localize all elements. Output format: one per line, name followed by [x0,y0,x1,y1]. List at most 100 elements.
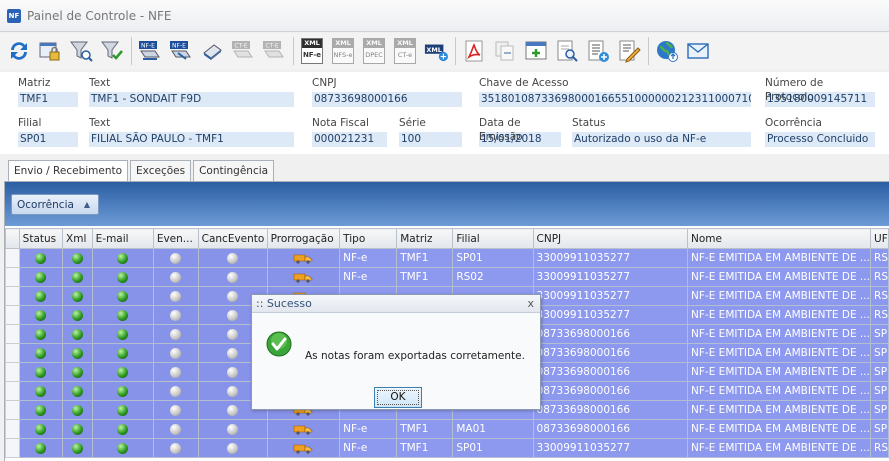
xml-nfse-button[interactable]: XML NFS-e [328,35,358,67]
xml-cell [62,400,93,420]
col-canc-evento[interactable]: CancEvento [197,228,268,249]
copy-button[interactable] [490,35,520,67]
status-green-icon [35,423,47,435]
uf-cell: RS [870,248,889,268]
row-selector[interactable] [5,248,20,268]
xml-nfse-icon: XML NFS-e [332,38,354,64]
evento-gray-icon [170,252,182,264]
table-row[interactable]: NF-e TMF1 MA01 08733698000166 NF-E EMITIDA E… [5,419,889,439]
email-button[interactable] [683,35,713,67]
row-selector[interactable] [5,305,20,325]
filial-cell: SP01 [452,438,534,458]
cnpj-cell: 33009911035277 [532,248,689,268]
col-filial[interactable]: Filial [452,228,534,249]
email-green-icon [117,328,129,340]
row-selector[interactable] [5,267,20,287]
xml-nfe-top: XML [302,39,322,48]
col-nome[interactable]: Nome [687,228,872,249]
nfe-send-button[interactable]: NF-E [135,35,165,67]
col-prorrogacao[interactable]: Prorrogação [266,228,341,249]
cnpj-cell: 08733698000166 [532,324,689,344]
canc-evento-gray-icon [227,366,239,378]
row-selector[interactable] [5,286,20,306]
status-cell [18,400,64,420]
email-green-icon [117,252,129,264]
xml-dpec-button[interactable]: XML DPEC [359,35,389,67]
row-selector[interactable] [5,381,20,401]
table-row[interactable]: NF-e TMF1 RS02 33009911035277 NF-E EMITIDA E… [5,267,889,287]
filter-check-button[interactable] [97,35,127,67]
table-row[interactable]: NF-e TMF1 SP01 33009911035277 NF-E EMITIDA E… [5,248,889,268]
col-email[interactable]: E-mail [91,228,154,249]
row-selector[interactable] [5,343,20,363]
table-row[interactable]: NF-e TMF1 SP01 33009911035277 NF-E EMITIDA E… [5,438,889,458]
col-tipo[interactable]: Tipo [339,228,398,249]
cte-send-button[interactable]: CT-E [228,35,258,67]
serie-field: Série 100 [399,116,462,147]
tab-contingencia[interactable]: Contingência [193,160,275,181]
dialog-title: :: Sucesso [256,297,312,310]
group-ocorrencia-button[interactable]: Ocorrência ▲ [11,194,99,215]
matriz-cell: TMF1 [396,419,454,439]
row-selector[interactable] [5,438,20,458]
web-button[interactable] [652,35,682,67]
add-window-button[interactable] [521,35,551,67]
row-selector[interactable] [5,400,20,420]
dialog-close-button[interactable]: x [527,297,534,310]
chave-field: Chave de Acesso 351801087336980001665510… [479,76,751,107]
prorrogacao-cell [266,419,341,439]
cte-receive-button[interactable]: CT-E [259,35,289,67]
nome-cell: NF-E EMITIDA EM AMBIENTE DE ... [687,305,872,325]
evento-gray-icon [170,366,182,378]
status-value: Autorizado o uso da NF-e [572,132,751,147]
pdf-button[interactable] [459,35,489,67]
col-evento[interactable]: Even... [152,228,199,249]
col-matriz[interactable]: Matriz [396,228,454,249]
group-by-bar: Ocorrência ▲ [5,182,889,226]
filial-cell: SP01 [452,248,534,268]
row-selector[interactable] [5,362,20,382]
protocolo-value: 135180009145711 [765,92,875,107]
row-selector[interactable] [5,324,20,344]
xml-cell [62,248,93,268]
preview-button[interactable] [552,35,582,67]
filter-search-icon [70,41,93,62]
ocorrencia-field: Ocorrência Processo Concluido [765,116,875,147]
lock-screen-button[interactable] [35,35,65,67]
nome-cell: NF-E EMITIDA EM AMBIENTE DE ... [687,343,872,363]
matriz-field: Matriz TMF1 [18,76,78,107]
col-status[interactable]: Status [18,228,64,249]
xml-nfe-button[interactable]: XML NF-e [297,35,327,67]
truck-icon [294,254,313,264]
email-cell [91,267,154,287]
tab-envio-recebimento[interactable]: Envio / Recebimento [8,160,129,182]
email-cell [91,248,154,268]
col-uf[interactable]: UF [870,228,889,249]
ok-button[interactable]: OK [374,387,422,408]
lock-window-icon [39,42,60,61]
nfe-receive-button[interactable]: NF-E [166,35,196,67]
row-selector[interactable] [5,419,20,439]
evento-cell [152,400,199,420]
xml-cte-button[interactable]: XML CT-e [390,35,420,67]
prorrogacao-cell [266,438,341,458]
status-cell [18,438,64,458]
print-button[interactable] [197,35,227,67]
edit-document-button[interactable] [614,35,644,67]
xml-cte-icon: XML CT-e [394,38,416,64]
xml-nfse-top: XML [333,39,353,48]
xml-green-icon [71,366,83,378]
sort-up-icon: ▲ [83,200,91,209]
filter-search-button[interactable] [66,35,96,67]
canc-evento-gray-icon [227,385,239,397]
col-xml[interactable]: Xml [62,228,93,249]
col-cnpj[interactable]: CNPJ [532,228,689,249]
xml-export-button[interactable]: XML [421,35,451,67]
tab-excecoes[interactable]: Exceções [130,160,192,181]
protocolo-field: Número de Protocolo 135180009145711 [765,76,875,107]
refresh-button[interactable] [4,35,34,67]
add-document-button[interactable] [583,35,613,67]
tipo-cell: NF-e [339,438,398,458]
cte-badge-text: CT-E [234,43,247,50]
status-green-icon [35,347,47,359]
